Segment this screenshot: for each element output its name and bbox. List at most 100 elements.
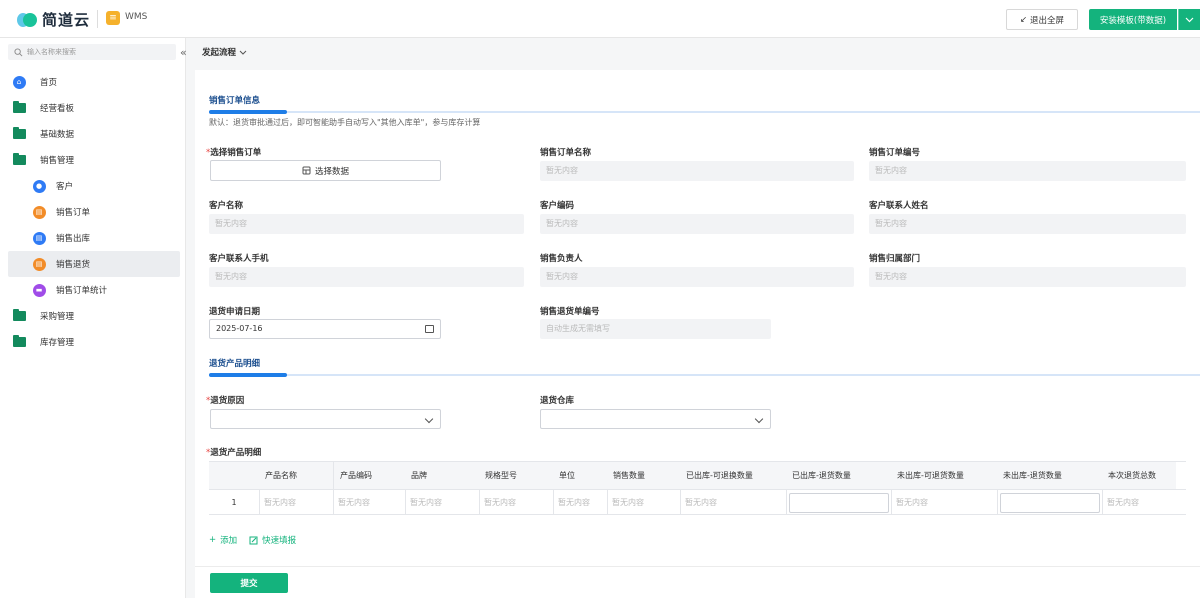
contact-phone-field: 暂无内容 (209, 267, 524, 287)
sidebar-item-label: 销售出库 (56, 234, 91, 244)
header-divider (97, 10, 98, 28)
table-cell: 暂无内容 (553, 490, 607, 514)
section-divider (209, 373, 1200, 377)
plus-icon: + (209, 535, 217, 545)
sidebar-item-sales-order[interactable]: ▤ 销售订单 (8, 199, 180, 225)
sidebar-nav: ⌂ 首页 经营看板 基础数据 销售管理 ● 客户 ▤ 销售订单 ▤ 销售出库 ▤ (8, 69, 180, 355)
return-no-label: 销售退货单编号 (540, 307, 600, 317)
return-warehouse-label: 退货仓库 (540, 396, 575, 406)
sidebar-item-label: 基础数据 (40, 130, 75, 140)
sidebar-item-dashboard[interactable]: 经营看板 (8, 95, 180, 121)
table-header-cell: 已出库-可退换数量 (680, 462, 786, 489)
table-header-cell: 未出库-可退货数量 (891, 462, 997, 489)
install-dropdown-button[interactable] (1178, 9, 1200, 30)
calendar-icon[interactable] (425, 325, 434, 333)
sidebar-item-purchase-management[interactable]: 采购管理 (8, 303, 180, 329)
return-detail-table: 产品名称 产品编码 品牌 规格型号 单位 销售数量 已出库-可退换数量 已出库-… (209, 461, 1186, 515)
start-flow-label: 发起流程 (202, 48, 237, 58)
sidebar-item-sales-return[interactable]: ▤ 销售退货 (8, 251, 180, 277)
add-row-button[interactable]: + 添加 (209, 534, 237, 546)
return-reason-select[interactable] (210, 409, 441, 429)
select-order-label: *选择销售订单 (206, 148, 262, 158)
customer-code-field: 暂无内容 (540, 214, 854, 234)
unshipped-return-qty-input[interactable] (1000, 493, 1100, 513)
section-title-order-info: 销售订单信息 (209, 96, 261, 106)
sidebar-item-customer[interactable]: ● 客户 (8, 173, 180, 199)
chart-icon: ▬ (32, 283, 46, 297)
table-cell: 暂无内容 (607, 490, 680, 514)
table-cell: 暂无内容 (405, 490, 479, 514)
sidebar-item-label: 销售订单 (56, 208, 91, 218)
brand-logo[interactable]: 简道云 (16, 9, 90, 30)
table-header-cell: 规格型号 (479, 462, 553, 489)
database-icon (302, 166, 311, 175)
sidebar-item-label: 销售管理 (40, 156, 75, 166)
install-template-button[interactable]: 安装模板(带数据) (1089, 9, 1177, 30)
sidebar-item-label: 首页 (40, 78, 58, 88)
contact-name-label: 客户联系人姓名 (869, 201, 929, 211)
order-no-field: 暂无内容 (869, 161, 1186, 181)
submit-button[interactable]: 提交 (210, 573, 288, 593)
user-icon: ● (32, 179, 46, 193)
tab-bar: 发起流程 (186, 38, 1200, 66)
sidebar-item-home[interactable]: ⌂ 首页 (8, 69, 180, 95)
quick-fill-button[interactable]: 快速填报 (249, 534, 296, 546)
select-data-label: 选择数据 (314, 166, 349, 177)
table-header-cell: 销售数量 (607, 462, 680, 489)
app-icon: ≡ (106, 11, 120, 25)
table-header-row: 产品名称 产品编码 品牌 规格型号 单位 销售数量 已出库-可退换数量 已出库-… (209, 462, 1186, 490)
select-data-button[interactable]: 选择数据 (210, 160, 441, 181)
form-panel: 销售订单信息 默认：退货审批通过后，即可智能助手自动写入"其他入库单"，参与库存… (195, 70, 1200, 598)
table-row: 1 暂无内容 暂无内容 暂无内容 暂无内容 暂无内容 暂无内容 暂无内容 暂无内… (209, 490, 1186, 515)
form-icon: ▤ (32, 205, 46, 219)
table-cell: 暂无内容 (1102, 490, 1176, 514)
table-header-cell: 产品编码 (333, 462, 405, 489)
folder-icon (12, 335, 26, 347)
table-cell: 暂无内容 (680, 490, 786, 514)
table-cell: 暂无内容 (479, 490, 553, 514)
app-name[interactable]: WMS (125, 12, 147, 22)
exit-fullscreen-icon: ↙ (1019, 14, 1028, 25)
chevron-down-icon (424, 414, 434, 424)
start-flow-dropdown[interactable]: 发起流程 (202, 46, 247, 58)
sidebar-item-sales-order-stats[interactable]: ▬ 销售订单统计 (8, 277, 180, 303)
returned-qty-cell (786, 490, 891, 514)
return-detail-label: *退货产品明细 (206, 448, 262, 458)
logo-mark-icon (17, 12, 37, 27)
order-name-field: 暂无内容 (540, 161, 854, 181)
sidebar-item-label: 库存管理 (40, 338, 75, 348)
brand-name: 简道云 (42, 11, 91, 29)
search-placeholder: 输入名称来搜索 (27, 48, 76, 56)
edit-icon (249, 536, 258, 544)
row-index: 1 (231, 497, 237, 507)
sidebar-search-input[interactable]: 输入名称来搜索 (8, 44, 176, 60)
footer-divider (195, 566, 1200, 567)
table-header-cell: 本次退货总数 (1102, 462, 1176, 489)
sidebar-item-label: 客户 (56, 182, 74, 192)
sidebar-item-label: 销售退货 (56, 260, 91, 270)
table-cell: 暂无内容 (259, 490, 333, 514)
table-header-cell: 已出库-退货数量 (786, 462, 891, 489)
form-hint: 默认：退货审批通过后，即可智能助手自动写入"其他入库单"，参与库存计算 (209, 118, 481, 127)
section-divider (209, 110, 1200, 114)
table-header-cell: 品牌 (405, 462, 479, 489)
sidebar-item-inventory-management[interactable]: 库存管理 (8, 329, 180, 355)
table-header-index (209, 462, 259, 489)
returned-qty-input[interactable] (789, 493, 889, 513)
sidebar-item-sales-management[interactable]: 销售管理 (8, 147, 180, 173)
section-title-return-detail: 退货产品明细 (209, 359, 261, 369)
sales-owner-label: 销售负责人 (540, 254, 583, 264)
return-warehouse-select[interactable] (540, 409, 771, 429)
table-cell: 暂无内容 (333, 490, 405, 514)
exit-fullscreen-button[interactable]: ↙ 退出全屏 (1006, 9, 1078, 30)
return-date-label: 退货申请日期 (209, 307, 261, 317)
contact-name-field: 暂无内容 (869, 214, 1186, 234)
add-row-label: 添加 (220, 536, 238, 546)
sidebar-item-basic-data[interactable]: 基础数据 (8, 121, 180, 147)
top-bar: 简道云 ≡ WMS ↙ 退出全屏 安装模板(带数据) (0, 0, 1200, 38)
order-no-label: 销售订单编号 (869, 148, 921, 158)
return-date-input[interactable]: 2025-07-16 (209, 319, 441, 339)
customer-name-field: 暂无内容 (209, 214, 524, 234)
sidebar-item-sales-outbound[interactable]: ▤ 销售出库 (8, 225, 180, 251)
return-date-value: 2025-07-16 (216, 324, 263, 333)
